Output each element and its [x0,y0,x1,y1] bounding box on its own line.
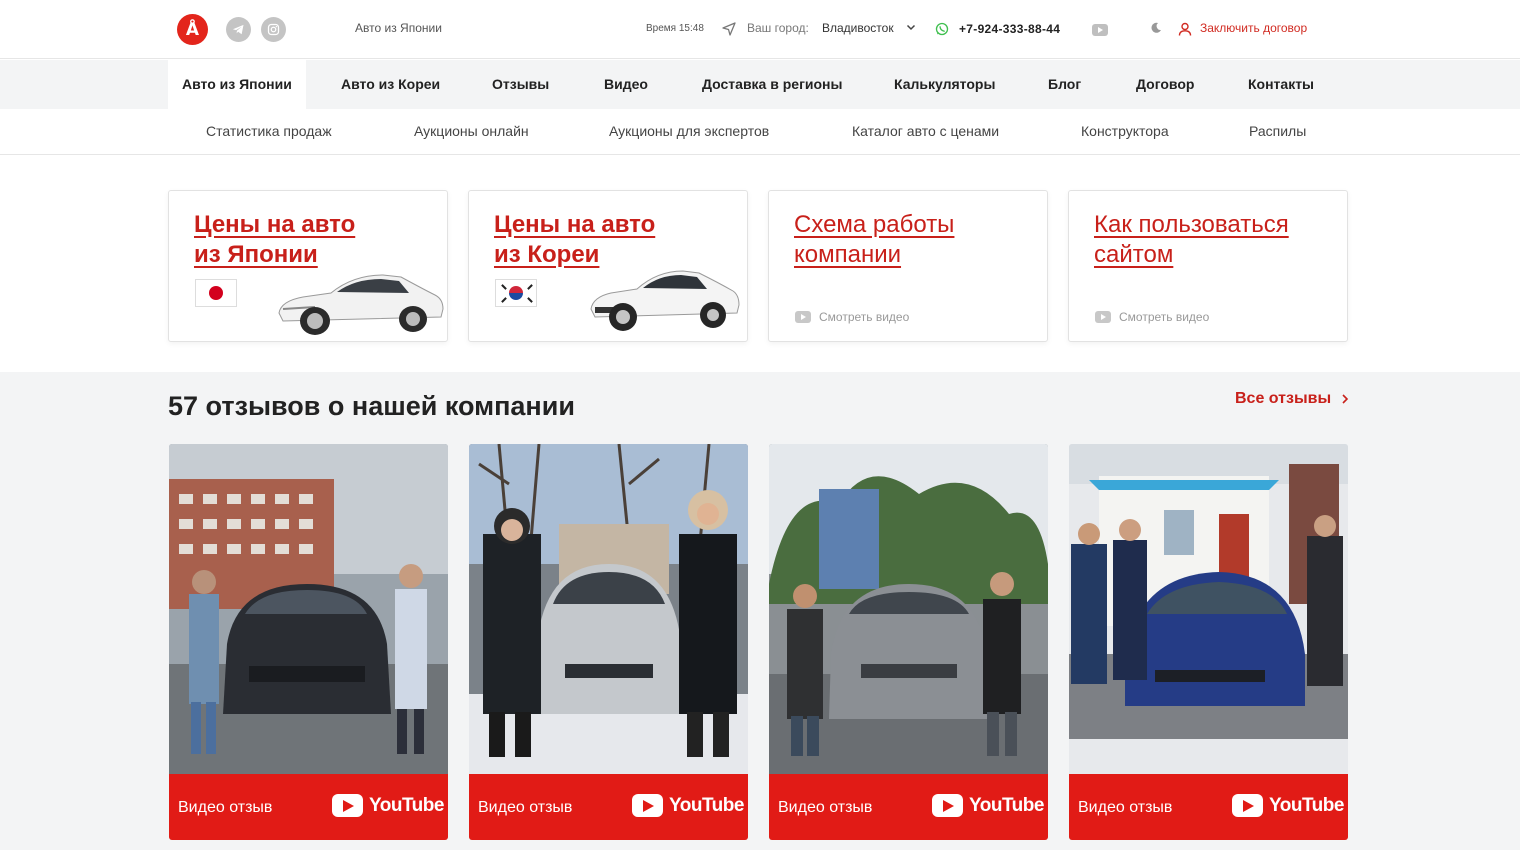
reviews-heading: 57 отзывов о нашей компании [168,391,575,421]
chevron-right-icon [1342,394,1349,404]
youtube-logo: YouTube [632,794,744,817]
korea-flag-icon [495,279,537,307]
main-nav-item-delivery[interactable]: Доставка в регионы [688,60,856,109]
sub-nav-item-sales-stats[interactable]: Статистика продаж [206,109,332,154]
instagram-icon[interactable] [261,17,286,42]
all-reviews-link[interactable]: Все отзывы [1235,390,1349,408]
review-photo [1069,444,1348,774]
white-sedan-image [278,274,444,335]
youtube-logo: YouTube [332,794,444,817]
card-title: Цены на авто из Японии [194,211,356,268]
youtube-play-icon [332,794,363,817]
watch-video-link[interactable]: Смотреть видео [795,310,909,324]
site-tagline: Авто из Японии [355,21,442,35]
main-nav-item-korea[interactable]: Авто из Кореи [327,60,454,109]
local-time: Время 15:48 [646,23,704,34]
youtube-play-icon [1232,794,1263,817]
chevron-down-icon[interactable] [906,22,916,32]
video-review-card[interactable]: Видео отзыв YouTube [169,444,448,840]
phone-number[interactable]: +7-924-333-88-44 [959,22,1060,36]
card-title: Как пользоваться сайтом [1094,211,1289,268]
reviews-section: 57 отзывов о нашей компании Все отзывы В… [0,372,1520,850]
main-nav-item-calculators[interactable]: Калькуляторы [880,60,1009,109]
sign-contract-link[interactable]: Заключить договор [1200,21,1307,35]
moon-icon[interactable] [1150,22,1162,34]
card-title: Цены на авто из Кореи [494,211,656,268]
video-review-bar: Видео отзыв YouTube [169,774,448,840]
video-review-bar: Видео отзыв YouTube [1069,774,1348,840]
company-logo[interactable]: Å [177,14,208,45]
sub-nav: Статистика продаж Аукционы онлайн Аукцио… [0,109,1520,155]
card-title: Схема работы компании [794,211,955,268]
review-photo [169,444,448,774]
location-arrow-icon [722,22,736,36]
youtube-logo: YouTube [1232,794,1344,817]
main-nav-item-blog[interactable]: Блог [1034,60,1095,109]
video-review-bar: Видео отзыв YouTube [769,774,1048,840]
main-nav-item-contract[interactable]: Договор [1122,60,1208,109]
japan-flag-icon [195,279,237,307]
youtube-logo: YouTube [932,794,1044,817]
main-nav-item-reviews[interactable]: Отзывы [478,60,563,109]
main-nav: Авто из Японии Авто из Кореи Отзывы Виде… [0,60,1520,109]
card-korea-prices[interactable]: Цены на авто из Кореи [468,190,748,342]
video-review-bar: Видео отзыв YouTube [469,774,748,840]
white-sports-sedan-image [590,270,740,331]
video-review-label: Видео отзыв [178,799,273,816]
youtube-play-icon [932,794,963,817]
video-review-card[interactable]: Видео отзыв YouTube [469,444,748,840]
review-photo [469,444,748,774]
video-review-label: Видео отзыв [778,799,873,816]
main-nav-item-video[interactable]: Видео [590,60,662,109]
video-review-label: Видео отзыв [1078,799,1173,816]
sub-nav-item-auctions-online[interactable]: Аукционы онлайн [414,109,529,154]
card-how-to-use[interactable]: Как пользоваться сайтом Смотреть видео [1068,190,1348,342]
sub-nav-item-catalog[interactable]: Каталог авто с ценами [852,109,999,154]
video-review-card[interactable]: Видео отзыв YouTube [769,444,1048,840]
review-photo [769,444,1048,774]
video-review-label: Видео отзыв [478,799,573,816]
top-bar: Å Авто из Японии Время 15:48 Ваш город: … [0,0,1520,59]
card-work-scheme[interactable]: Схема работы компании Смотреть видео [768,190,1048,342]
sub-nav-item-constructors[interactable]: Конструктора [1081,109,1169,154]
whatsapp-icon[interactable] [935,22,949,36]
main-nav-item-japan[interactable]: Авто из Японии [168,60,306,109]
sub-nav-item-expert-auctions[interactable]: Аукционы для экспертов [609,109,769,154]
watch-video-link[interactable]: Смотреть видео [1095,310,1209,324]
city-label: Ваш город: [747,21,809,35]
video-play-icon [795,311,811,323]
youtube-play-icon [632,794,663,817]
main-nav-item-contacts[interactable]: Контакты [1234,60,1328,109]
city-selector[interactable]: Владивосток [822,21,894,35]
video-play-icon [1095,311,1111,323]
youtube-icon[interactable] [1092,24,1108,36]
card-japan-prices[interactable]: Цены на авто из Японии [168,190,448,342]
video-review-card[interactable]: Видео отзыв YouTube [1069,444,1348,840]
sub-nav-item-cuts[interactable]: Распилы [1249,109,1306,154]
telegram-icon[interactable] [226,17,251,42]
user-icon [1178,22,1192,36]
